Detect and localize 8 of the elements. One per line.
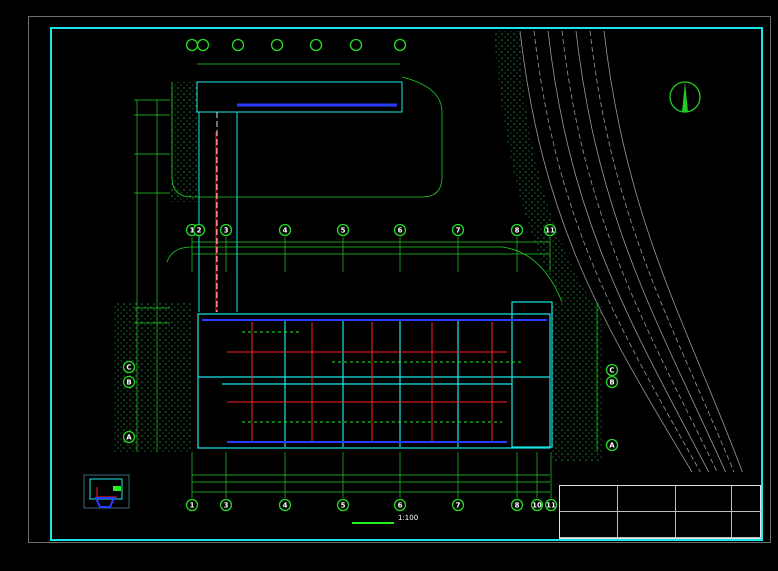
axis-bubble — [232, 38, 244, 52]
axis-bubble — [310, 38, 322, 52]
axis-bubble — [270, 38, 284, 52]
axis-bubble — [196, 38, 210, 52]
detail-inset-drawing — [84, 474, 130, 508]
axis-bubble — [186, 38, 198, 52]
axis-bubble — [394, 38, 406, 52]
axis-bubble — [350, 38, 362, 52]
